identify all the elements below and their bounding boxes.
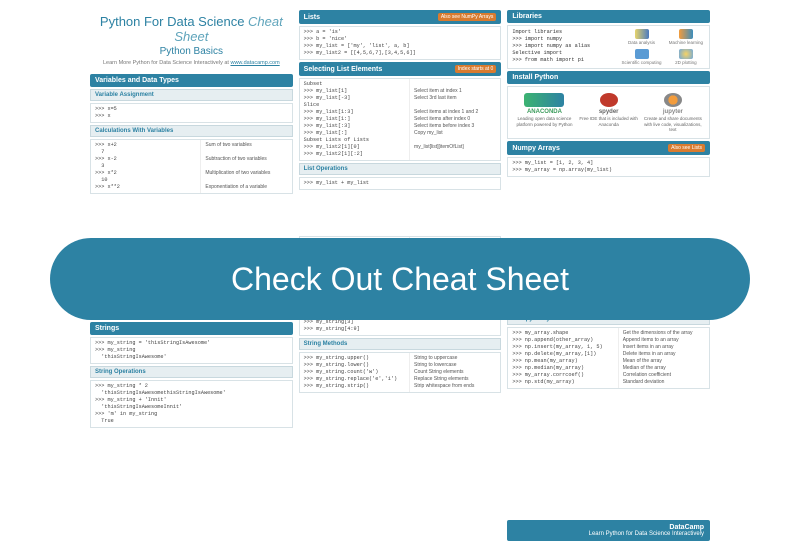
title-link[interactable]: www.datacamp.com: [230, 60, 279, 66]
lib-c-label: Scientific computing: [621, 60, 661, 65]
subsection-selecting: Selecting List Elements Index starts at …: [299, 62, 502, 76]
code-string-ops: >>> my_string * 2 'thisStringIsAwesometh…: [90, 380, 293, 428]
numpy-icon: Scientific computing: [620, 49, 662, 65]
libraries-box: Import libraries >>> import numpy >>> im…: [507, 25, 710, 69]
spyder-label: spyder: [599, 109, 619, 115]
select-code: Subset >>> my_list[1] >>> my_list[-3] Sl…: [300, 79, 410, 160]
anaconda-label: ANACONDA: [527, 109, 562, 115]
section-libraries-label: Libraries: [512, 13, 542, 20]
jupyter-logo: jupyter Create and share documents with …: [641, 93, 705, 132]
section-install-label: Install Python: [512, 74, 558, 81]
section-strings-label: Strings: [95, 325, 119, 332]
code-assignment: >>> x=5 >>> x: [90, 103, 293, 123]
badge-see-lists: Also see Lists: [668, 144, 705, 152]
section-numpy: Numpy Arrays Also see Lists: [507, 141, 710, 155]
table-calculations: >>> x+2 7 >>> x-2 3 >>> x*2 10 >>> x**2 …: [90, 139, 293, 194]
subhead-calculations: Calculations With Variables: [90, 125, 293, 137]
strmeth-desc: String to uppercase String to lowercase …: [410, 353, 500, 392]
subhead-list-ops: List Operations: [299, 163, 502, 175]
pandas-icon: Data analysis: [620, 29, 662, 45]
check-out-label: Check Out Cheat Sheet: [231, 261, 569, 298]
matplotlib-icon: 2D plotting: [665, 49, 707, 65]
scikit-icon: Machine learning: [665, 29, 707, 45]
calc-desc: Sum of two variables Subtraction of two …: [201, 140, 291, 193]
lib-a-label: Data analysis: [628, 40, 655, 45]
subhead-string-ops: String Operations: [90, 366, 293, 378]
jupyter-sub: Create and share documents with live cod…: [641, 116, 705, 132]
table-string-methods: >>> my_string.upper() >>> my_string.lowe…: [299, 352, 502, 393]
subhead-assignment: Variable Assignment: [90, 89, 293, 101]
section-lists-label: Lists: [304, 14, 320, 21]
section-install: Install Python: [507, 71, 710, 84]
strmeth-code: >>> my_string.upper() >>> my_string.lowe…: [300, 353, 410, 392]
code-string-def: >>> my_string = 'thisStringIsAwesome' >>…: [90, 337, 293, 364]
section-numpy-label: Numpy Arrays: [512, 145, 560, 152]
check-out-button[interactable]: Check Out Cheat Sheet: [50, 238, 750, 320]
footer-brand: DataCamp: [669, 524, 704, 531]
select-desc: Select item at index 1 Select 3rd last i…: [410, 79, 500, 160]
footer-tagline: Learn Python for Data Science Interactiv…: [589, 531, 704, 537]
code-lists-def: >>> a = 'is' >>> b = 'nice' >>> my_list …: [299, 26, 502, 60]
section-variables-label: Variables and Data Types: [95, 77, 179, 84]
badge-index-0: Index starts at 0: [455, 65, 497, 73]
code-numpy-def: >>> my_list = [1, 2, 3, 4] >>> my_array …: [507, 157, 710, 177]
title-tagline: Learn More Python for Data Science Inter…: [103, 60, 230, 66]
code-list-ops: >>> my_list + my_list: [299, 177, 502, 190]
jupyter-label: jupyter: [663, 109, 683, 115]
npfunc-desc: Get the dimensions of the array Append i…: [619, 328, 709, 388]
section-lists: Lists Also see NumPy Arrays: [299, 10, 502, 24]
npfunc-code: >>> my_array.shape >>> np.append(other_a…: [508, 328, 618, 388]
section-libraries: Libraries: [507, 10, 710, 23]
table-selecting: Subset >>> my_list[1] >>> my_list[-3] Sl…: [299, 78, 502, 161]
footer-datacamp: DataCamp Learn Python for Data Science I…: [507, 520, 710, 541]
spyder-sub: Free IDE that is included with Anaconda: [577, 116, 641, 127]
libs-code: Import libraries >>> import numpy >>> im…: [512, 29, 618, 65]
anaconda-sub: Leading open data science platform power…: [512, 116, 576, 127]
spyder-logo: spyder Free IDE that is included with An…: [577, 93, 641, 127]
calc-code: >>> x+2 7 >>> x-2 3 >>> x*2 10 >>> x**2: [91, 140, 201, 193]
title-sub: Python Basics: [90, 46, 293, 57]
lib-b-label: Machine learning: [669, 40, 703, 45]
section-variables: Variables and Data Types: [90, 74, 293, 87]
table-numpy-func: >>> my_array.shape >>> np.append(other_a…: [507, 327, 710, 389]
section-strings: Strings: [90, 322, 293, 335]
title-block: Python For Data Science Cheat Sheet Pyth…: [90, 10, 293, 72]
subhead-string-methods: String Methods: [299, 338, 502, 350]
title-main-a: Python For Data Science: [100, 14, 248, 29]
lib-d-label: 2D plotting: [675, 60, 697, 65]
install-logos: ANACONDA Leading open data science platf…: [507, 86, 710, 139]
badge-see-numpy: Also see NumPy Arrays: [438, 13, 497, 21]
subsection-selecting-label: Selecting List Elements: [304, 66, 383, 73]
anaconda-logo: ANACONDA Leading open data science platf…: [512, 93, 576, 127]
